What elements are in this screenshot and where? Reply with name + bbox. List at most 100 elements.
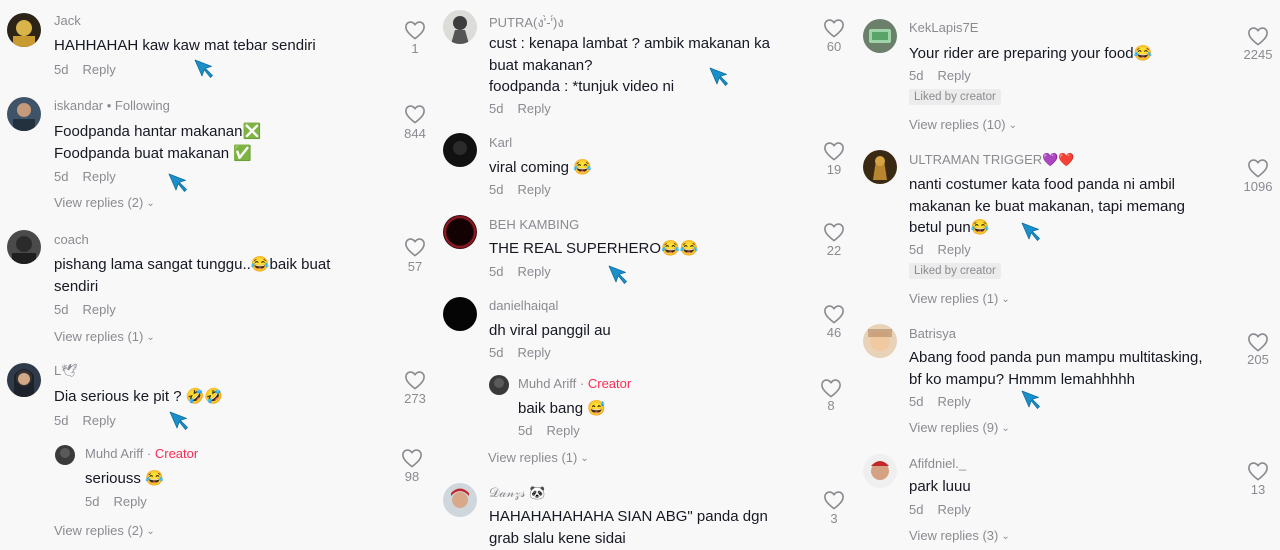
avatar[interactable] [7, 13, 41, 47]
reply-button[interactable]: Reply [517, 101, 550, 116]
chevron-down-icon: ⌄ [580, 453, 589, 464]
avatar[interactable] [489, 375, 509, 395]
comment-username[interactable]: L🕊 [54, 363, 78, 379]
heart-outline-icon[interactable] [404, 237, 426, 257]
comment-item: iskandar • Following Foodpanda hantar ma… [0, 92, 440, 217]
comment-item: BEH KAMBING THE REAL SUPERHERO😂😂 5d Reply… [440, 208, 860, 288]
view-replies-label: View replies (2) [54, 523, 144, 538]
comment-username[interactable]: danielhaiqal [489, 298, 558, 313]
heart-outline-icon[interactable] [401, 448, 423, 468]
reply-button[interactable]: Reply [517, 345, 550, 360]
avatar[interactable] [863, 150, 897, 184]
comment-meta: 5d Reply [489, 182, 551, 197]
comment-username[interactable]: KekLapis7E [909, 20, 978, 35]
comment-username[interactable]: 𝒟𝒶𝓃𝓏𝓈 🐼 [489, 485, 545, 501]
reply-button[interactable]: Reply [937, 502, 970, 517]
view-replies-label: View replies (1) [909, 291, 999, 306]
avatar[interactable] [863, 324, 897, 358]
creator-badge: Creator [154, 446, 199, 461]
like-count: 22 [826, 243, 842, 258]
reply-button[interactable]: Reply [517, 264, 550, 279]
comment-item: Karl viral coming 😂 5d Reply 19 [440, 128, 860, 206]
heart-outline-icon[interactable] [823, 304, 845, 324]
avatar[interactable] [443, 483, 477, 517]
heart-outline-icon[interactable] [1247, 332, 1269, 352]
view-replies-button[interactable]: View replies (10) ⌄ [909, 117, 1017, 132]
reply-button[interactable]: Reply [517, 182, 550, 197]
view-replies-button[interactable]: View replies (9) ⌄ [909, 420, 1010, 435]
heart-outline-icon[interactable] [404, 104, 426, 124]
reply-button[interactable]: Reply [937, 68, 970, 83]
chevron-down-icon: ⌄ [146, 198, 155, 209]
mouse-pointer-icon [708, 66, 730, 88]
comment-time: 5d [518, 423, 533, 438]
avatar[interactable] [7, 230, 41, 264]
view-replies-button[interactable]: View replies (3) ⌄ [909, 528, 1010, 543]
avatar[interactable] [443, 133, 477, 167]
like-count: 8 [827, 398, 835, 413]
comment-username[interactable]: BEH KAMBING [489, 217, 579, 232]
comment-username[interactable]: coach [54, 232, 89, 247]
view-replies-button[interactable]: View replies (2) ⌄ [54, 523, 155, 538]
heart-outline-icon[interactable] [823, 18, 845, 38]
heart-outline-icon[interactable] [820, 378, 842, 398]
heart-outline-icon[interactable] [823, 141, 845, 161]
view-replies-button[interactable]: View replies (2) ⌄ [54, 195, 155, 210]
heart-outline-icon[interactable] [1247, 26, 1269, 46]
reply-button[interactable]: Reply [82, 302, 115, 317]
comment-item: L🕊 Dia serious ke pit ? 🤣🤣 5d Reply 273 [0, 358, 440, 438]
chevron-down-icon: ⌄ [1001, 531, 1010, 542]
reply-button[interactable]: Reply [113, 494, 146, 509]
heart-outline-icon[interactable] [404, 20, 426, 40]
heart-outline-icon[interactable] [823, 490, 845, 510]
comment-username[interactable]: PUTRA(ง'̀-'́)ง [489, 12, 564, 33]
view-replies-button[interactable]: View replies (1) ⌄ [488, 450, 589, 465]
avatar[interactable] [7, 363, 41, 397]
avatar[interactable] [55, 445, 75, 465]
avatar[interactable] [443, 215, 477, 249]
mouse-pointer-icon [167, 172, 189, 194]
mouse-pointer-icon [1020, 221, 1042, 243]
comment-item: Batrisya Abang food panda pun mampu mult… [860, 318, 1280, 446]
reply-button[interactable]: Reply [546, 423, 579, 438]
heart-outline-icon[interactable] [823, 222, 845, 242]
comment-text: nanti costumer kata food panda ni ambil … [909, 176, 1185, 236]
view-replies-button[interactable]: View replies (1) ⌄ [909, 291, 1010, 306]
avatar[interactable] [863, 454, 897, 488]
comment-username[interactable]: Muhd Ariff · Creator [518, 376, 631, 391]
like-count: 2245 [1243, 47, 1273, 62]
chevron-down-icon: ⌄ [1001, 294, 1010, 305]
reply-username[interactable]: Muhd Ariff [85, 446, 143, 461]
avatar[interactable] [443, 297, 477, 331]
view-replies-button[interactable]: View replies (1) ⌄ [54, 329, 155, 344]
comment-text: viral coming 😂 [489, 159, 592, 176]
comment-time: 5d [909, 242, 924, 257]
heart-outline-icon[interactable] [1247, 158, 1269, 178]
comment-username[interactable]: Batrisya [909, 326, 956, 341]
comment-username[interactable]: ULTRAMAN TRIGGER💜❤️ [909, 152, 1075, 168]
reply-button[interactable]: Reply [937, 242, 970, 257]
comment-username[interactable]: Karl [489, 135, 512, 150]
like-count: 57 [407, 259, 423, 274]
comment-meta: 5d Reply [518, 423, 580, 438]
like-count: 46 [826, 325, 842, 340]
comment-time: 5d [489, 182, 504, 197]
comment-column-3: KekLapis7E Your rider are preparing your… [860, 0, 1280, 550]
avatar[interactable] [443, 10, 477, 44]
reply-button[interactable]: Reply [937, 394, 970, 409]
comment-username[interactable]: Jack [54, 13, 81, 28]
avatar[interactable] [863, 19, 897, 53]
comment-item: Afifdniel._ park luuu 5d Reply View repli… [860, 448, 1280, 550]
comment-username[interactable]: Afifdniel._ [909, 456, 966, 471]
reply-button[interactable]: Reply [82, 169, 115, 184]
reply-username[interactable]: Muhd Ariff [518, 376, 576, 391]
heart-outline-icon[interactable] [1247, 461, 1269, 481]
comment-username[interactable]: Muhd Ariff · Creator [85, 446, 198, 461]
comment-time: 5d [54, 413, 69, 428]
reply-button[interactable]: Reply [82, 62, 115, 77]
reply-button[interactable]: Reply [82, 413, 115, 428]
like-count: 98 [404, 469, 420, 484]
comment-username[interactable]: iskandar • Following [54, 98, 170, 113]
heart-outline-icon[interactable] [404, 370, 426, 390]
avatar[interactable] [7, 97, 41, 131]
